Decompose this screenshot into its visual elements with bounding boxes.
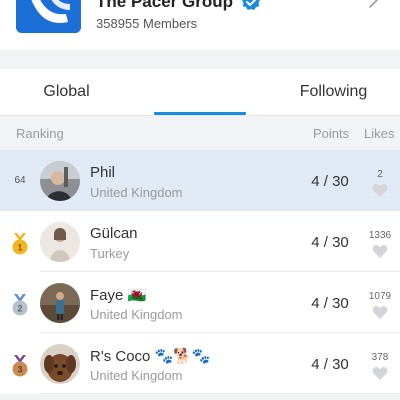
chevron-right-icon[interactable]	[366, 0, 380, 8]
user-country: Turkey	[90, 246, 130, 261]
user-points: 4 / 30	[311, 234, 349, 251]
points-column-header: Points	[313, 126, 350, 141]
user-points: 4 / 30	[311, 295, 349, 312]
verified-badge-icon	[241, 0, 261, 12]
gold-medal-icon: 1	[10, 233, 30, 255]
user-country: United Kingdom	[90, 185, 183, 200]
likes-count: 1336	[368, 230, 392, 241]
svg-text:3: 3	[17, 365, 22, 375]
column-headers: Ranking Points Likes	[0, 117, 400, 149]
user-country: United Kingdom	[90, 307, 183, 322]
row-divider	[40, 393, 400, 394]
tab-following[interactable]: Following	[267, 69, 400, 115]
leaderboard-tabs: Global Country Following	[0, 69, 400, 134]
user-country: United Kingdom	[90, 368, 183, 383]
tab-global[interactable]: Global	[0, 69, 133, 115]
avatar	[40, 222, 80, 262]
heart-icon[interactable]	[372, 244, 388, 259]
leaderboard-row[interactable]: 3 R's Coco 🐾🐕🐾 United Kingdom 4 / 30 378	[0, 333, 400, 394]
svg-text:2: 2	[17, 304, 22, 314]
leaderboard-row[interactable]: 1 Gülcan Turkey 4 / 30 1336	[0, 211, 400, 272]
user-points: 4 / 30	[311, 356, 349, 373]
heart-icon[interactable]	[372, 305, 388, 320]
group-name: The Pacer Group	[96, 0, 233, 11]
avatar	[40, 344, 80, 384]
heart-icon[interactable]	[372, 183, 388, 198]
avatar	[40, 161, 80, 201]
user-points: 4 / 30	[311, 173, 349, 190]
svg-text:1: 1	[17, 243, 22, 253]
group-logo	[16, 0, 81, 33]
user-name: Phil	[90, 164, 116, 181]
leaderboard-row-current-user[interactable]: 64 Phil United Kingdom 4 / 30 2	[0, 150, 400, 211]
silver-medal-icon: 2	[10, 294, 30, 316]
ranking-column-header: Ranking	[16, 126, 64, 141]
active-tab-indicator	[154, 112, 246, 115]
avatar	[40, 283, 80, 323]
group-leaderboard-screen: The Pacer Group 358955 Members Global Co…	[0, 0, 400, 400]
leaderboard-row[interactable]: 2 Faye 🏴󠁧󠁢󠁷󠁬󠁳󠁿 United Kingdom 4 / 30 107…	[0, 272, 400, 333]
bronze-medal-icon: 3	[10, 355, 30, 377]
user-name: Faye 🏴󠁧󠁢󠁷󠁬󠁳󠁿	[90, 287, 147, 304]
likes-count: 378	[371, 352, 389, 363]
user-name: Gülcan	[90, 225, 138, 242]
rank-number: 64	[14, 175, 26, 186]
likes-column-header: Likes	[364, 126, 395, 141]
likes-count: 2	[377, 169, 383, 180]
user-name: R's Coco 🐾🐕🐾	[90, 348, 211, 365]
heart-icon[interactable]	[372, 366, 388, 381]
group-header[interactable]: The Pacer Group 358955 Members	[0, 0, 400, 50]
group-member-count: 358955 Members	[96, 16, 198, 31]
likes-count: 1079	[368, 291, 392, 302]
